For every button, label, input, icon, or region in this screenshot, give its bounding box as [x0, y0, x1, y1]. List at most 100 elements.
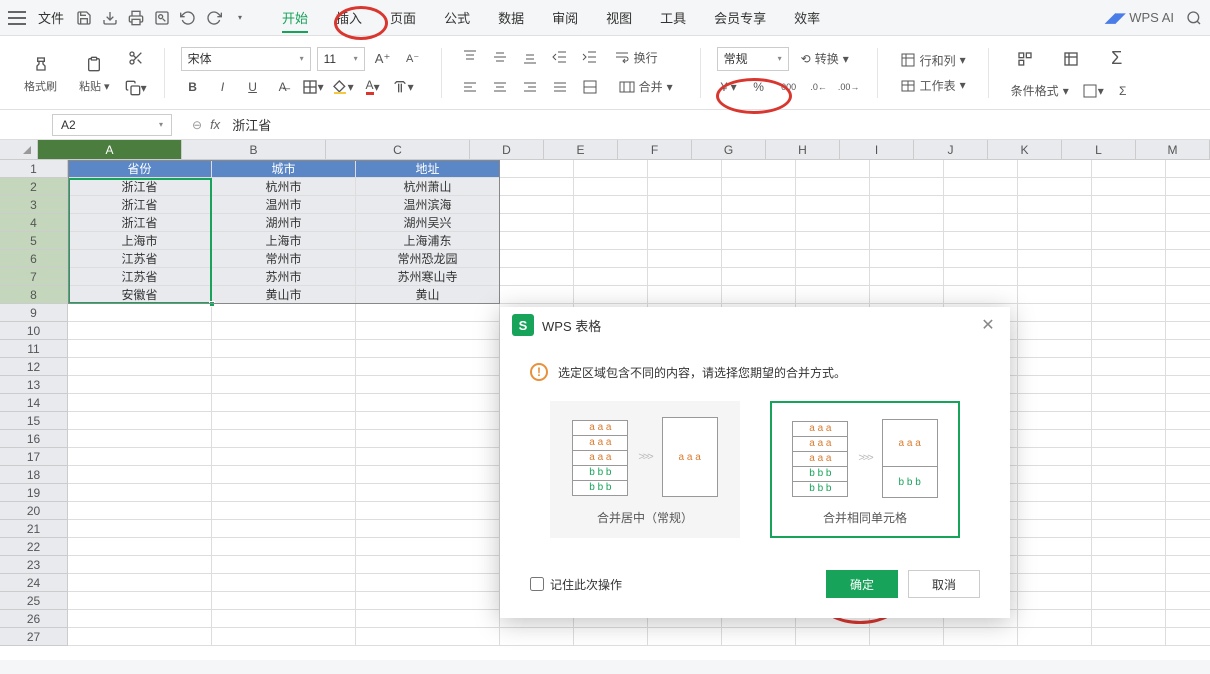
cell[interactable]	[1018, 574, 1092, 592]
cell[interactable]	[1018, 538, 1092, 556]
cell[interactable]	[796, 232, 870, 250]
col-header[interactable]: M	[1136, 140, 1210, 160]
cell[interactable]	[1092, 412, 1166, 430]
cell[interactable]	[1018, 376, 1092, 394]
cell[interactable]	[356, 322, 500, 340]
cell[interactable]	[212, 412, 356, 430]
cell[interactable]	[356, 340, 500, 358]
cell[interactable]	[68, 628, 212, 646]
cell[interactable]	[1166, 556, 1210, 574]
table-data-cell[interactable]: 浙江省	[68, 196, 212, 214]
cell[interactable]	[1166, 574, 1210, 592]
cell[interactable]	[722, 232, 796, 250]
worksheet-button[interactable]: 工作表 ▾	[894, 75, 972, 96]
cell[interactable]	[722, 178, 796, 196]
cell[interactable]	[944, 196, 1018, 214]
col-header[interactable]: I	[840, 140, 914, 160]
cell[interactable]	[796, 178, 870, 196]
cell[interactable]	[1092, 250, 1166, 268]
cancel-button[interactable]: 取消	[908, 570, 980, 598]
cell[interactable]	[648, 268, 722, 286]
cell[interactable]	[356, 466, 500, 484]
cell[interactable]	[1166, 520, 1210, 538]
cell[interactable]	[1092, 430, 1166, 448]
cell[interactable]	[944, 178, 1018, 196]
cell[interactable]	[648, 214, 722, 232]
col-header[interactable]: H	[766, 140, 840, 160]
cell[interactable]	[356, 520, 500, 538]
table-data-cell[interactable]: 湖州吴兴	[356, 214, 500, 232]
cell[interactable]	[1018, 484, 1092, 502]
table-data-cell[interactable]: 杭州萧山	[356, 178, 500, 196]
cell[interactable]	[500, 160, 574, 178]
cell[interactable]	[212, 358, 356, 376]
cell[interactable]	[1018, 610, 1092, 628]
cell[interactable]	[212, 502, 356, 520]
cell[interactable]	[1166, 412, 1210, 430]
number-format-select[interactable]: 常规▾	[717, 47, 789, 71]
cell[interactable]	[1018, 412, 1092, 430]
border-button[interactable]: ▾	[301, 75, 325, 99]
ok-button[interactable]: 确定	[826, 570, 898, 598]
cell[interactable]	[870, 196, 944, 214]
cell[interactable]	[1018, 304, 1092, 322]
cell[interactable]	[1166, 214, 1210, 232]
row-header[interactable]: 16	[0, 430, 68, 448]
justify-button[interactable]	[548, 75, 572, 99]
col-header[interactable]: E	[544, 140, 618, 160]
cell[interactable]	[1092, 466, 1166, 484]
cell[interactable]	[1018, 466, 1092, 484]
redo-icon[interactable]	[206, 10, 222, 26]
cell[interactable]	[356, 502, 500, 520]
increase-decimal-button[interactable]: .0←	[807, 75, 831, 99]
cell[interactable]	[944, 628, 1018, 646]
row-header[interactable]: 15	[0, 412, 68, 430]
copy-button[interactable]: ▾	[124, 76, 148, 100]
cell[interactable]	[1166, 268, 1210, 286]
conditional-format-button[interactable]: 条件格式 ▾	[1005, 80, 1075, 101]
cell[interactable]	[944, 214, 1018, 232]
cell[interactable]	[68, 538, 212, 556]
cell[interactable]	[356, 538, 500, 556]
cell[interactable]	[356, 412, 500, 430]
cell[interactable]	[1166, 538, 1210, 556]
cell[interactable]	[212, 484, 356, 502]
cell[interactable]	[1092, 628, 1166, 646]
row-header[interactable]: 3	[0, 196, 68, 214]
cell[interactable]	[870, 628, 944, 646]
cell[interactable]	[722, 160, 796, 178]
cell[interactable]	[356, 358, 500, 376]
cell[interactable]	[944, 232, 1018, 250]
remember-checkbox[interactable]: 记住此次操作	[530, 576, 622, 593]
cell[interactable]	[944, 286, 1018, 304]
cell[interactable]	[648, 160, 722, 178]
cell[interactable]	[68, 340, 212, 358]
cell[interactable]	[1166, 484, 1210, 502]
export-icon[interactable]	[102, 10, 118, 26]
cell[interactable]	[500, 196, 574, 214]
table-data-cell[interactable]: 浙江省	[68, 178, 212, 196]
cell[interactable]	[1018, 592, 1092, 610]
cell[interactable]	[722, 214, 796, 232]
cell[interactable]	[1092, 394, 1166, 412]
tab-数据[interactable]: 数据	[484, 2, 538, 33]
hamburger-icon[interactable]	[8, 11, 26, 25]
cell[interactable]	[796, 286, 870, 304]
cell[interactable]	[500, 232, 574, 250]
cell[interactable]	[1018, 556, 1092, 574]
cell[interactable]	[68, 592, 212, 610]
cell[interactable]	[722, 286, 796, 304]
cell[interactable]	[68, 502, 212, 520]
rows-cols-button[interactable]: 行和列 ▾	[894, 50, 972, 71]
cell[interactable]	[1018, 358, 1092, 376]
cell[interactable]	[212, 538, 356, 556]
row-header[interactable]: 23	[0, 556, 68, 574]
row-header[interactable]: 6	[0, 250, 68, 268]
tab-公式[interactable]: 公式	[430, 2, 484, 33]
cell[interactable]	[1092, 196, 1166, 214]
table-data-cell[interactable]: 江苏省	[68, 250, 212, 268]
col-header[interactable]: L	[1062, 140, 1136, 160]
cell[interactable]	[796, 160, 870, 178]
col-header[interactable]: G	[692, 140, 766, 160]
cell[interactable]	[1166, 628, 1210, 646]
